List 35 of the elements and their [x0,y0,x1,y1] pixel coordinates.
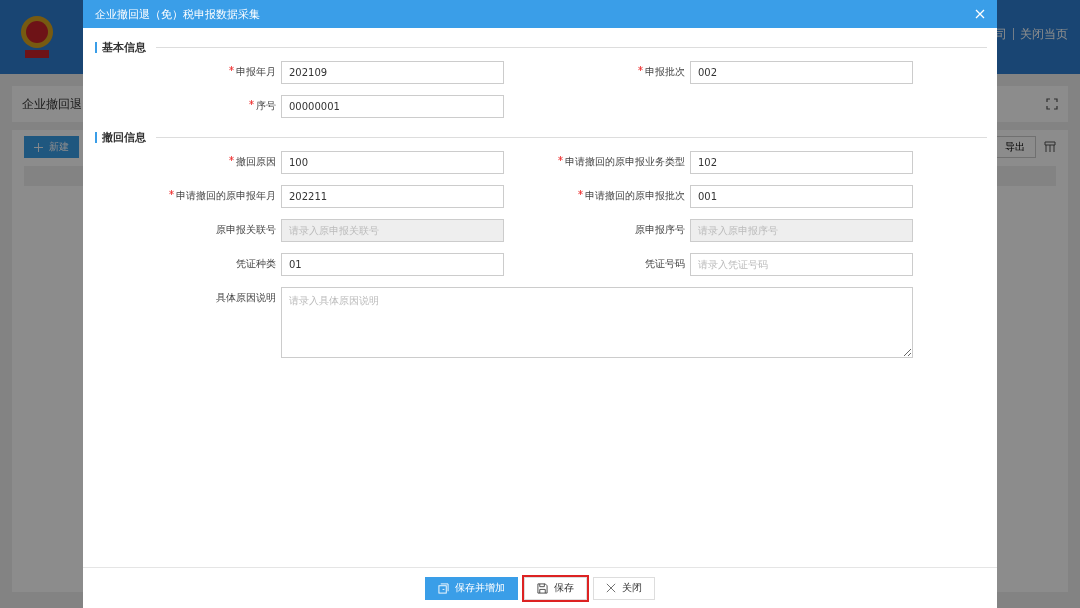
close-button[interactable]: 关闭 [593,576,655,600]
page-title: 企业撤回退 [22,95,82,113]
input-field[interactable]: 00000001 [281,95,504,118]
close-icon[interactable] [975,9,985,19]
input-field[interactable]: 202211 [281,185,504,208]
field-label: 申报年月 [236,65,276,79]
field-label: 申请撤回的原申报批次 [585,189,685,203]
input-field[interactable]: 请录入凭证号码 [690,253,913,276]
input-field[interactable]: 102 [690,151,913,174]
input-field[interactable]: 002 [690,61,913,84]
field-label: 具体原因说明 [216,291,276,305]
close-icon [606,583,616,593]
columns-icon[interactable] [1044,141,1056,153]
section-title: 基本信息 [95,42,146,53]
fullscreen-icon[interactable] [1046,98,1058,110]
section-title: 撤回信息 [95,132,146,143]
save-icon [537,582,548,594]
input-field[interactable]: 001 [690,185,913,208]
export-button[interactable]: 导出 [994,136,1036,158]
field-label: 序号 [256,99,276,113]
field-label: 原申报序号 [635,223,685,237]
field-label: 撤回原因 [236,155,276,169]
field-label: 申请撤回的原申报年月 [176,189,276,203]
plus-icon [34,142,43,152]
field-label: 原申报关联号 [216,223,276,237]
add-icon [438,582,449,594]
field-label: 凭证号码 [645,257,685,271]
input-field[interactable]: 202109 [281,61,504,84]
input-field[interactable]: 100 [281,151,504,174]
field-label: 申请撤回的原申报业务类型 [565,155,685,169]
field-label: 申报批次 [645,65,685,79]
dialog-title: 企业撤回退（免）税申报数据采集 [95,6,260,22]
save-button[interactable]: 保存 [524,576,587,600]
field-label: 凭证种类 [236,257,276,271]
input-field[interactable]: 01 [281,253,504,276]
